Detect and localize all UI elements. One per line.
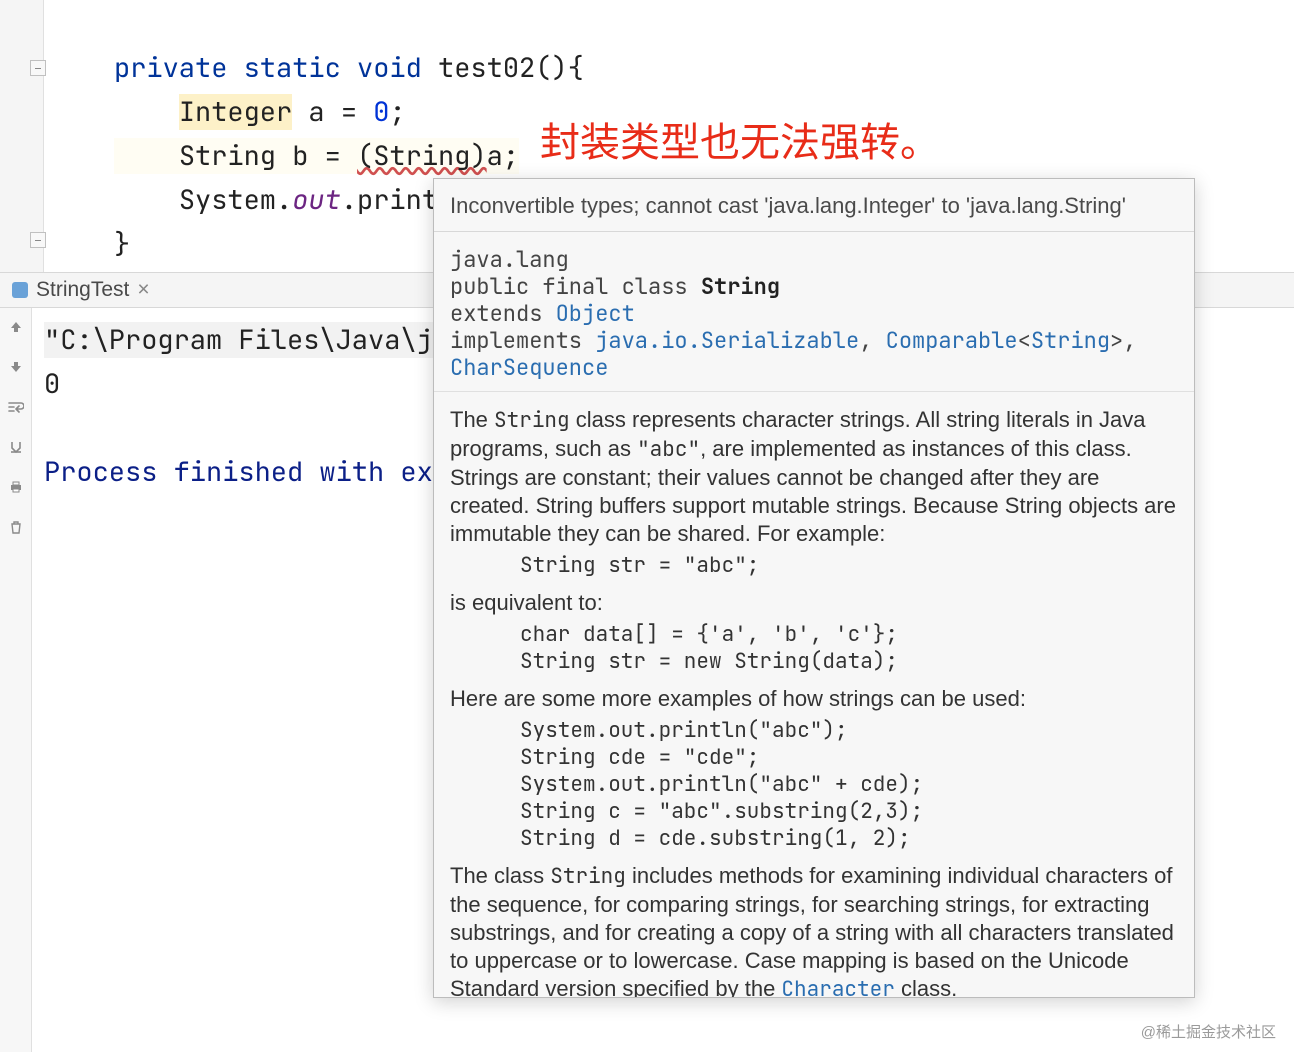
link-object[interactable]: Object xyxy=(556,299,635,328)
error-message: Inconvertible types; cannot cast 'java.l… xyxy=(434,179,1194,232)
type-string: String xyxy=(179,138,276,174)
console-line-output: 0 xyxy=(44,366,60,402)
doc-paragraph: Here are some more examples of how strin… xyxy=(450,685,1178,713)
code-string: String xyxy=(494,407,570,434)
tab-name[interactable]: StringTest xyxy=(36,278,129,302)
class-name: String xyxy=(701,272,780,301)
cast-expression: (String) xyxy=(357,138,487,174)
semicolon: ; xyxy=(503,138,519,174)
arrow-up-icon[interactable] xyxy=(7,318,25,336)
annotation-label: 封装类型也无法强转。 xyxy=(540,110,940,168)
modifiers: public final class xyxy=(450,272,701,301)
var-a: a xyxy=(308,94,324,130)
dot: . xyxy=(341,182,357,218)
editor-gutter xyxy=(0,0,44,272)
lt: < xyxy=(1018,326,1031,355)
console-command-path: "C:\Program Files\Java\j xyxy=(44,322,433,358)
class-signature: java.lang public final class String exte… xyxy=(434,232,1194,392)
link-charsequence[interactable]: CharSequence xyxy=(450,353,608,382)
link-character[interactable]: Character xyxy=(781,976,894,998)
doc-paragraph: The String class represents character st… xyxy=(450,406,1178,464)
quick-doc-popup[interactable]: Inconvertible types; cannot cast 'java.l… xyxy=(433,178,1195,998)
field-out: out xyxy=(292,182,341,218)
comma: , xyxy=(859,326,885,355)
file-icon xyxy=(12,282,28,298)
comma: , xyxy=(1123,326,1149,355)
keyword-void: void xyxy=(357,50,422,86)
soft-wrap-icon[interactable] xyxy=(7,398,25,416)
scroll-to-end-icon[interactable] xyxy=(7,438,25,456)
semicolon: ; xyxy=(389,94,405,130)
type-integer: Integer xyxy=(179,94,292,130)
close-icon[interactable]: × xyxy=(137,278,149,302)
arrow-down-icon[interactable] xyxy=(7,358,25,376)
equals: = xyxy=(325,138,341,174)
var-b: b xyxy=(292,138,308,174)
dot: . xyxy=(276,182,292,218)
doc-paragraph: is equivalent to: xyxy=(450,589,1178,617)
link-string-generic[interactable]: String xyxy=(1031,326,1110,355)
fold-toggle-icon[interactable] xyxy=(30,232,46,248)
code-example: char data[] = {'a', 'b', 'c'}; String st… xyxy=(520,621,1178,675)
doc-body: The String class represents character st… xyxy=(434,392,1194,998)
print-icon[interactable] xyxy=(7,478,25,496)
watermark-label: @稀土掘金技术社区 xyxy=(1141,1021,1276,1042)
equals: = xyxy=(341,94,357,130)
console-exit-line: Process finished with ex xyxy=(44,454,433,490)
keyword-static: static xyxy=(244,50,341,86)
link-serializable[interactable]: java.io.Serializable xyxy=(595,326,859,355)
code-string: String xyxy=(550,863,626,890)
link-comparable[interactable]: Comparable xyxy=(886,326,1018,355)
method-print: print xyxy=(357,182,438,218)
sys: System xyxy=(179,182,276,218)
code-example: System.out.println("abc"); String cde = … xyxy=(520,717,1178,852)
extends-kw: extends xyxy=(450,299,556,328)
var-a: a xyxy=(487,138,503,174)
doc-paragraph: The class String includes methods for ex… xyxy=(450,862,1178,998)
trash-icon[interactable] xyxy=(7,518,25,536)
code-abc: "abc" xyxy=(637,436,700,463)
method-name: test02 xyxy=(438,50,535,86)
gt: > xyxy=(1110,326,1123,355)
fold-toggle-icon[interactable] xyxy=(30,60,46,76)
code-example: String str = "abc"; xyxy=(520,552,1178,579)
console-toolbar xyxy=(0,308,32,1052)
doc-paragraph: Strings are constant; their values canno… xyxy=(450,464,1178,548)
implements-kw: implements xyxy=(450,326,595,355)
package-line: java.lang xyxy=(450,245,569,274)
keyword-private: private xyxy=(114,50,227,86)
literal-zero: 0 xyxy=(373,94,389,130)
